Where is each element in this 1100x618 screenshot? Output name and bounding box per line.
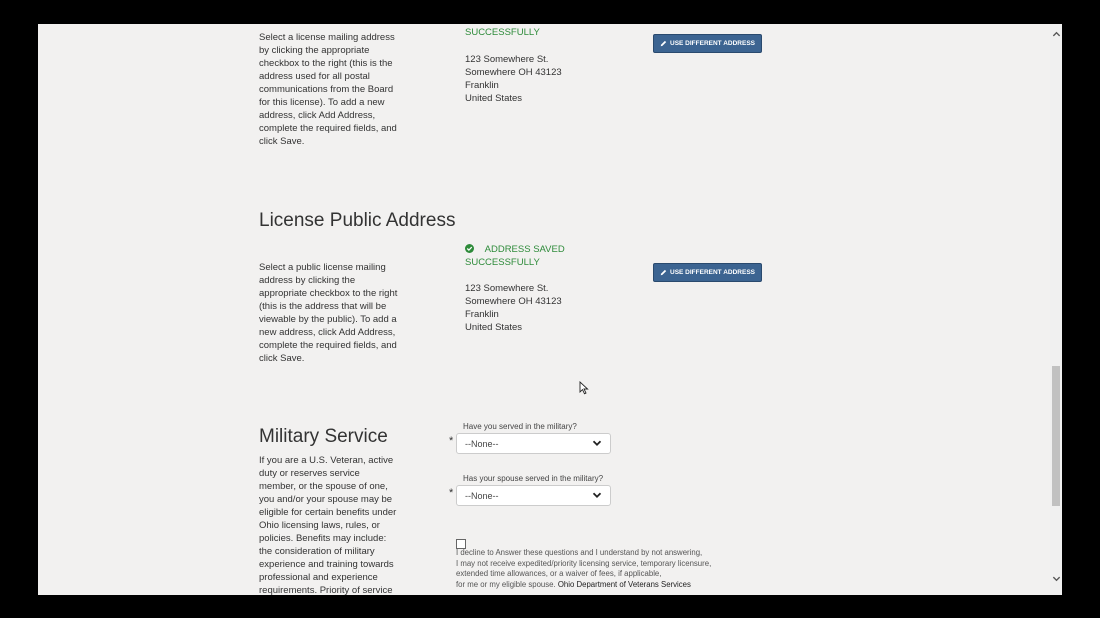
decline-line: for me or my eligible spouse. Ohio Depar… (456, 580, 726, 591)
mailing-address-block: 123 Somewhere St. Somewhere OH 43123 Fra… (465, 53, 562, 105)
chevron-down-icon (592, 492, 602, 498)
page-viewport: SUCCESSFULLY Select a license mailing ad… (38, 24, 1062, 595)
select-value: --None-- (465, 438, 499, 449)
pencil-icon (660, 40, 667, 47)
decline-line: I decline to Answer these questions and … (456, 548, 703, 557)
public-use-different-address-button[interactable]: USE DIFFERENT ADDRESS (653, 263, 762, 282)
public-address-block: 123 Somewhere St. Somewhere OH 43123 Fra… (465, 282, 562, 334)
check-circle-icon (465, 244, 474, 253)
address-line: 123 Somewhere St. (465, 54, 549, 65)
mouse-cursor-icon (579, 381, 589, 395)
military-description: If you are a U.S. Veteran, active duty o… (259, 455, 397, 595)
address-line: Somewhere OH 43123 (465, 296, 562, 307)
mailing-status-text: SUCCESSFULLY (465, 27, 540, 38)
status-line-1: ADDRESS SAVED (484, 244, 565, 255)
mailing-use-different-address-button[interactable]: USE DIFFERENT ADDRESS (653, 34, 762, 53)
scroll-up-icon[interactable] (1050, 30, 1062, 42)
scroll-down-icon[interactable] (1050, 574, 1062, 586)
spouse-served-military-select[interactable]: --None-- (456, 485, 611, 506)
status-line-2: SUCCESSFULLY (465, 257, 540, 268)
decline-line-prefix: for me or my eligible spouse. (456, 579, 558, 589)
address-line: Somewhere OH 43123 (465, 67, 562, 78)
scrollbar-thumb[interactable] (1052, 366, 1060, 506)
mailing-description: Select a license mailing address by clic… (259, 32, 397, 147)
public-address-description: Select a public license mailing address … (259, 262, 398, 364)
public-address-status: ADDRESS SAVED SUCCESSFULLY (465, 243, 565, 269)
button-label: USE DIFFERENT ADDRESS (670, 269, 755, 276)
chevron-down-icon (592, 440, 602, 446)
section-title-public-address: License Public Address (259, 210, 456, 231)
served-military-label: Have you served in the military? (463, 422, 577, 431)
pencil-icon (660, 269, 667, 276)
decline-to-answer-text: I decline to Answer these questions and … (456, 548, 726, 590)
required-marker: * (449, 487, 454, 499)
vertical-scrollbar[interactable] (1050, 24, 1062, 595)
decline-line: extended time allowances, or a waiver of… (456, 569, 662, 579)
section-title-military-service: Military Service (259, 426, 388, 447)
address-line: United States (465, 322, 523, 333)
decline-line: I may not receive expedited/priority lic… (456, 558, 712, 568)
spouse-served-military-label: Has your spouse served in the military? (463, 474, 604, 483)
address-line: United States (465, 93, 523, 104)
button-label: USE DIFFERENT ADDRESS (670, 40, 755, 47)
served-military-select[interactable]: --None-- (456, 433, 611, 454)
select-value: --None-- (465, 490, 499, 501)
required-marker: * (449, 435, 454, 447)
address-line: 123 Somewhere St. (465, 283, 549, 294)
address-line: Franklin (465, 80, 499, 91)
ohio-veterans-services-link[interactable]: Ohio Department of Veterans Services (558, 580, 691, 589)
address-line: Franklin (465, 309, 499, 320)
